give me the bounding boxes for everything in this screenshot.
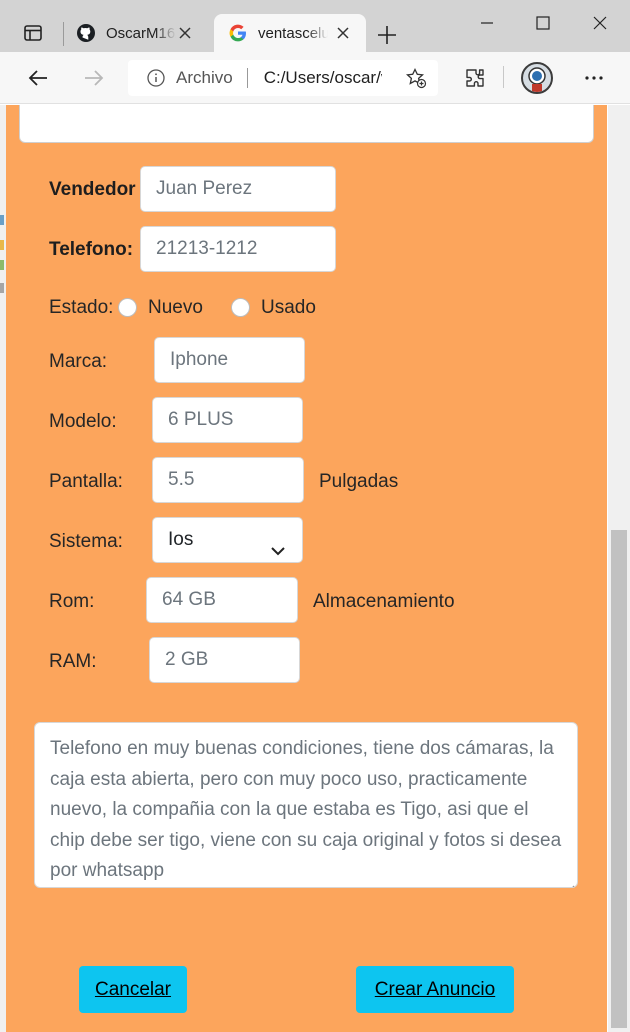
toolbar-divider: [503, 66, 504, 88]
profile-avatar[interactable]: [521, 62, 553, 94]
descripcion-text: Telefono en muy buenas condiciones, tien…: [50, 738, 562, 881]
maximize-icon[interactable]: [528, 8, 558, 38]
tab-title: OscarM16/: [106, 24, 176, 42]
radio-nuevo[interactable]: [118, 298, 137, 317]
forward-arrow-icon[interactable]: [78, 62, 110, 94]
browser-tab-strip: OscarM16/ ventasceluE: [0, 0, 630, 52]
radio-nuevo-label[interactable]: Nuevo: [148, 297, 203, 319]
tab-github[interactable]: OscarM16/: [72, 14, 208, 52]
tab-actions-icon[interactable]: [12, 16, 54, 50]
google-icon: [228, 23, 248, 43]
github-icon: [76, 23, 96, 43]
close-window-icon[interactable]: [585, 8, 615, 38]
extensions-icon[interactable]: [461, 64, 489, 92]
telefono-input[interactable]: 21213-1212: [140, 226, 336, 272]
security-label: Archivo: [176, 68, 233, 87]
sistema-select[interactable]: Ios: [152, 517, 303, 563]
close-tab-icon[interactable]: [176, 24, 194, 42]
rom-label: Rom:: [49, 591, 95, 612]
marca-input[interactable]: Iphone: [154, 337, 305, 383]
resize-grip-icon[interactable]: [564, 874, 575, 887]
descripcion-textarea[interactable]: Telefono en muy buenas condiciones, tien…: [34, 722, 578, 888]
vendedor-input[interactable]: Juan Perez: [140, 166, 336, 212]
telefono-label: Telefono:: [49, 239, 134, 260]
ram-label: RAM:: [49, 651, 97, 672]
close-tab-icon[interactable]: [334, 24, 352, 42]
address-bar[interactable]: Archivo C:/Users/oscar/ventasceluE: [128, 60, 438, 96]
more-options-icon[interactable]: [580, 64, 608, 92]
previous-field-box[interactable]: [19, 105, 594, 143]
info-icon[interactable]: [146, 68, 166, 88]
page-viewport: Vendedor Juan Perez Telefono: 21213-1212…: [0, 105, 630, 1032]
sistema-label: Sistema:: [49, 531, 123, 552]
new-tab-icon[interactable]: [372, 20, 402, 50]
radio-usado-label[interactable]: Usado: [261, 297, 316, 319]
back-arrow-icon[interactable]: [22, 62, 54, 94]
pantalla-input[interactable]: 5.5: [152, 457, 304, 503]
chevron-down-icon: [270, 532, 286, 556]
pantalla-unit: Pulgadas: [319, 471, 399, 492]
rom-input[interactable]: 64 GB: [146, 577, 298, 623]
tab-title: ventasceluE: [258, 24, 328, 42]
scrollbar-thumb[interactable]: [611, 530, 627, 1028]
marca-label: Marca:: [49, 351, 108, 372]
url-text[interactable]: C:/Users/oscar/ventasceluE: [264, 68, 382, 88]
pantalla-label: Pantalla:: [49, 471, 123, 492]
modelo-label: Modelo:: [49, 411, 117, 432]
ram-input[interactable]: 2 GB: [149, 637, 300, 683]
address-divider: [246, 68, 248, 88]
form-page: Vendedor Juan Perez Telefono: 21213-1212…: [6, 105, 607, 1032]
tab-divider: [63, 22, 64, 46]
minimize-icon[interactable]: [472, 8, 502, 38]
estado-label: Estado:: [49, 297, 114, 318]
rom-unit: Almacenamiento: [313, 591, 455, 612]
vertical-scrollbar[interactable]: [608, 105, 630, 1032]
vendedor-label: Vendedor: [49, 179, 136, 200]
tab-ventascelu[interactable]: ventasceluE: [214, 14, 366, 52]
cancel-button[interactable]: Cancelar: [79, 966, 187, 1013]
create-ad-button[interactable]: Crear Anuncio: [356, 966, 514, 1013]
radio-usado[interactable]: [231, 298, 250, 317]
modelo-input[interactable]: 6 PLUS: [152, 397, 303, 443]
sistema-selected-value: Ios: [168, 529, 194, 550]
add-favorite-icon[interactable]: [404, 66, 428, 90]
